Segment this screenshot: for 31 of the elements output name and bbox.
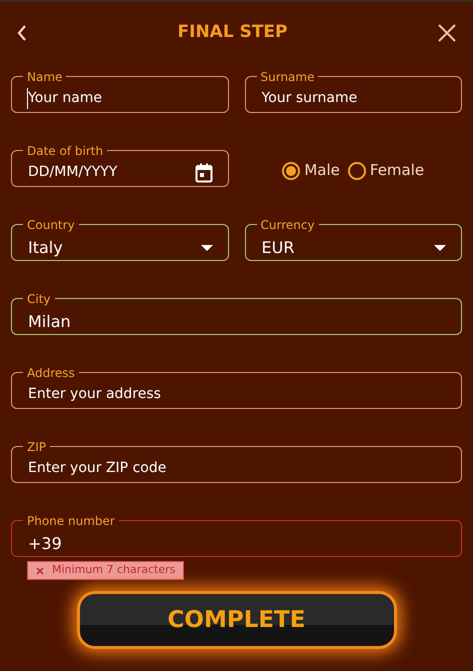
back-icon[interactable] — [17, 25, 27, 41]
calendar-icon[interactable] — [194, 162, 212, 182]
field-label: Date of birth — [27, 144, 104, 158]
field-label: City — [27, 292, 51, 306]
close-icon — [36, 566, 44, 574]
radio-button[interactable] — [348, 162, 366, 180]
window-title: FINAL STEP — [178, 21, 288, 44]
text-input[interactable]: Your surname — [260, 88, 446, 109]
select-input[interactable]: Italy — [27, 236, 192, 260]
text-input[interactable]: Milan — [27, 310, 446, 334]
select-input[interactable]: EUR — [260, 236, 426, 260]
date-input[interactable]: DD/MM/YYYY — [27, 162, 186, 183]
text-input[interactable]: Enter your address — [27, 384, 446, 405]
text-input[interactable]: Enter your ZIP code — [27, 458, 446, 479]
error-text: Minimum 7 characters — [52, 562, 176, 578]
radio-label: Male — [304, 160, 340, 182]
field-label: Surname — [260, 70, 314, 84]
complete-button[interactable]: COMPLETE — [76, 591, 396, 649]
radio-label: Female — [370, 160, 424, 182]
text-input[interactable]: +39 — [27, 532, 446, 556]
dropdown-caret-icon[interactable] — [200, 245, 212, 251]
field-label: Country — [27, 218, 75, 232]
field-label: Currency — [260, 218, 315, 232]
radio-button[interactable] — [282, 162, 300, 180]
field-label: ZIP — [27, 440, 46, 454]
dropdown-caret-icon[interactable] — [434, 245, 446, 251]
close-icon[interactable] — [438, 24, 456, 42]
field-label: Address — [27, 366, 75, 380]
field-label: Name — [27, 70, 62, 84]
field-label: Phone number — [27, 514, 115, 528]
text-input[interactable]: Your name — [27, 88, 212, 109]
